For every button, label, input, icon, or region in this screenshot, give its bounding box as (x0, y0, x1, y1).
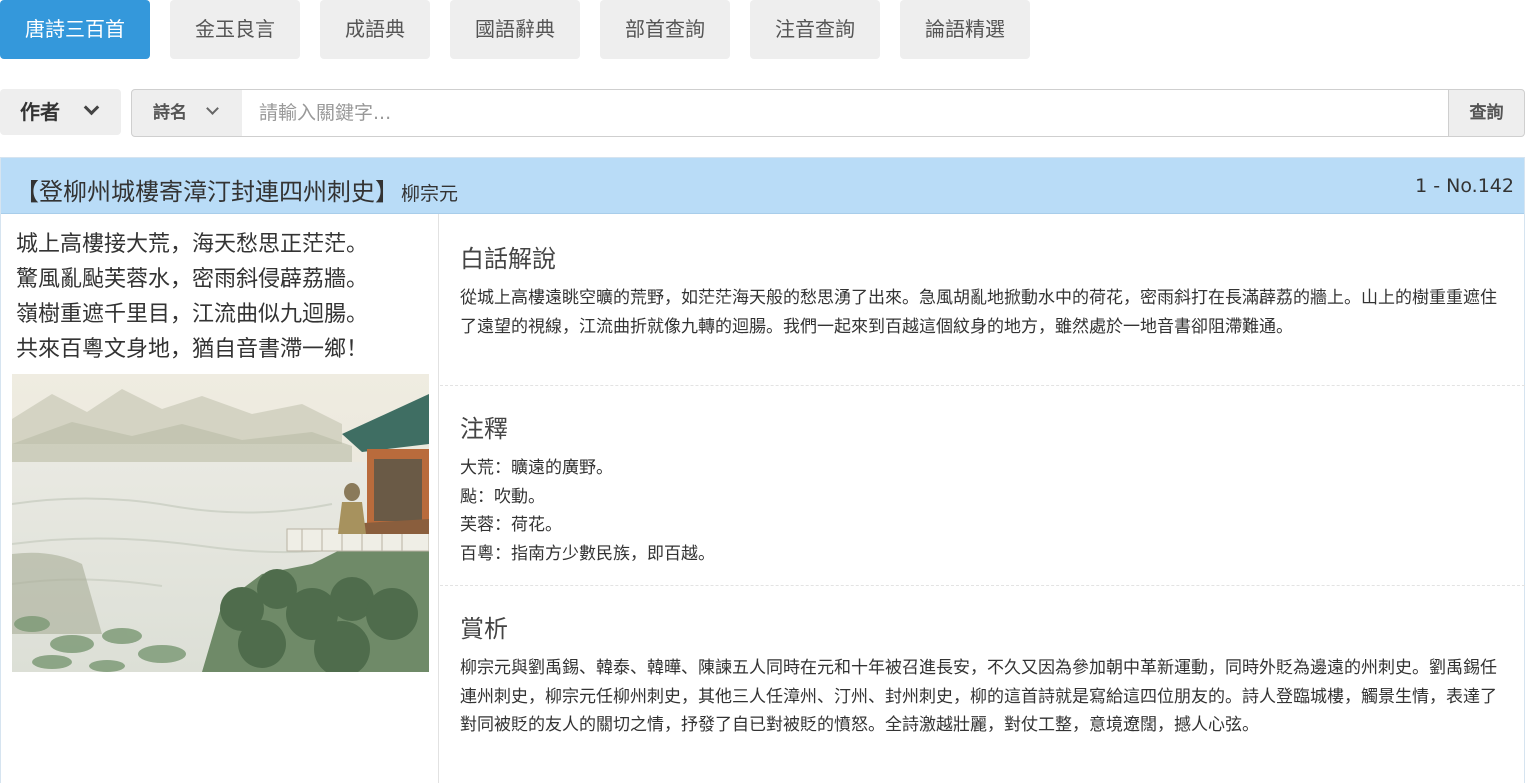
poem-lines: 城上高樓接大荒，海天愁思正茫茫。 驚風亂颭芙蓉水，密雨斜侵薜荔牆。 嶺樹重遮千里… (16, 227, 368, 367)
tab-mandarin-dictionary[interactable]: 國語辭典 (450, 0, 580, 59)
poem-text-column: 城上高樓接大荒，海天愁思正茫茫。 驚風亂颭芙蓉水，密雨斜侵薜荔牆。 嶺樹重遮千里… (1, 214, 439, 783)
commentary-column: 白話解說 從城上高樓遠眺空曠的荒野，如茫茫海天般的愁思湧了出來。急風胡亂地掀動水… (440, 214, 1525, 783)
note-item: 大荒：曠遠的廣野。 (460, 458, 613, 478)
translation-section: 白話解說 從城上高樓遠眺空曠的荒野，如茫茫海天般的愁思湧了出來。急風胡亂地掀動水… (440, 239, 1525, 341)
poem-number: 1 - No.142 (1415, 175, 1514, 197)
appreciation-section: 賞析 柳宗元與劉禹錫、韓泰、韓曄、陳諫五人同時在元和十年被召進長安，不久又因為參… (440, 609, 1525, 740)
tab-tang-poems[interactable]: 唐詩三百首 (0, 0, 150, 59)
search-field-label: 詩名 (153, 103, 187, 123)
poem-illustration (12, 374, 429, 672)
note-item: 芙蓉：荷花。 (460, 515, 562, 535)
section-divider (440, 385, 1525, 386)
appreciation-heading: 賞析 (460, 615, 508, 643)
tab-analects[interactable]: 論語精選 (900, 0, 1030, 59)
translation-text: 從城上高樓遠眺空曠的荒野，如茫茫海天般的愁思湧了出來。急風胡亂地掀動水中的荷花，… (460, 288, 1497, 337)
category-tabs: 唐詩三百首 金玉良言 成語典 國語辭典 部首查詢 注音查詢 論語精選 (0, 0, 1050, 59)
author-dropdown-button[interactable]: 作者 (0, 89, 121, 135)
poem-title: 【登柳州城樓寄漳汀封連四州刺史】 (15, 178, 399, 206)
poem-line: 驚風亂颭芙蓉水，密雨斜侵薜荔牆。 (16, 267, 369, 292)
chevron-down-icon (83, 99, 100, 116)
keyword-search-input[interactable] (242, 89, 1449, 137)
section-divider (440, 585, 1525, 586)
search-field-dropdown[interactable]: 詩名 (131, 89, 243, 137)
notes-section: 注釋 大荒：曠遠的廣野。 颭：吹動。 芙蓉：荷花。 百粵：指南方少數民族，即百越… (440, 409, 1525, 568)
tab-zhuyin-lookup[interactable]: 注音查詢 (750, 0, 880, 59)
search-bar: 作者 詩名 查詢 (0, 89, 1525, 137)
poem-line: 城上高樓接大荒，海天愁思正茫茫。 (16, 232, 369, 257)
query-button[interactable]: 查詢 (1448, 89, 1525, 137)
poem-line: 共來百粵文身地，猶自音書滯一鄉！ (16, 337, 369, 362)
author-dropdown-label: 作者 (20, 100, 60, 124)
poem-author: 柳宗元 (401, 183, 459, 205)
poem-line: 嶺樹重遮千里目，江流曲似九迴腸。 (16, 302, 369, 327)
landscape-painting-image (12, 374, 429, 672)
chevron-down-icon (206, 102, 219, 115)
notes-list: 大荒：曠遠的廣野。 颭：吹動。 芙蓉：荷花。 百粵：指南方少數民族，即百越。 (460, 454, 1505, 568)
notes-heading: 注釋 (460, 415, 508, 443)
poem-title-line: 【登柳州城樓寄漳汀封連四州刺史】 柳宗元 (15, 172, 458, 207)
poem-header: 【登柳州城樓寄漳汀封連四州刺史】 柳宗元 1 - No.142 (1, 158, 1524, 214)
poem-panel: 【登柳州城樓寄漳汀封連四州刺史】 柳宗元 1 - No.142 城上高樓接大荒，海… (0, 157, 1525, 783)
translation-heading: 白話解說 (460, 245, 556, 273)
appreciation-text: 柳宗元與劉禹錫、韓泰、韓曄、陳諫五人同時在元和十年被召進長安，不久又因為參加朝中… (460, 658, 1497, 735)
tab-radical-lookup[interactable]: 部首查詢 (600, 0, 730, 59)
tab-idioms[interactable]: 成語典 (320, 0, 430, 59)
tab-golden-sayings[interactable]: 金玉良言 (170, 0, 300, 59)
note-item: 百粵：指南方少數民族，即百越。 (460, 543, 715, 564)
note-item: 颭：吹動。 (460, 486, 545, 507)
